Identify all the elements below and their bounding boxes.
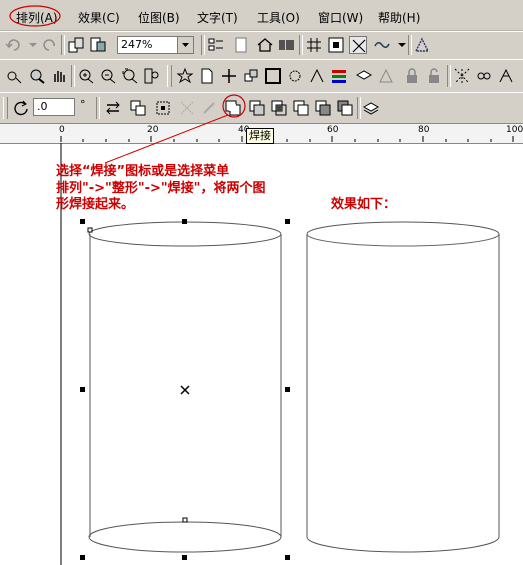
callout-line (104, 114, 229, 164)
cylinder-before-weld[interactable] (88, 221, 282, 553)
rotation-center-marker[interactable] (180, 385, 190, 395)
annotation-line-3: 形焊接起来。 (56, 197, 135, 212)
node-handle[interactable] (182, 517, 188, 523)
drawing-canvas (9, 5, 514, 565)
weld-tooltip: 焊接 (246, 128, 274, 144)
ruler-ticks (60, 136, 514, 142)
node-handle[interactable] (87, 227, 93, 233)
highlight-circle-menu (9, 5, 61, 27)
highlight-circle-weld (222, 94, 246, 118)
cylinder-after-weld[interactable] (306, 221, 500, 553)
annotation-result-label: 效果如下： (331, 197, 397, 212)
